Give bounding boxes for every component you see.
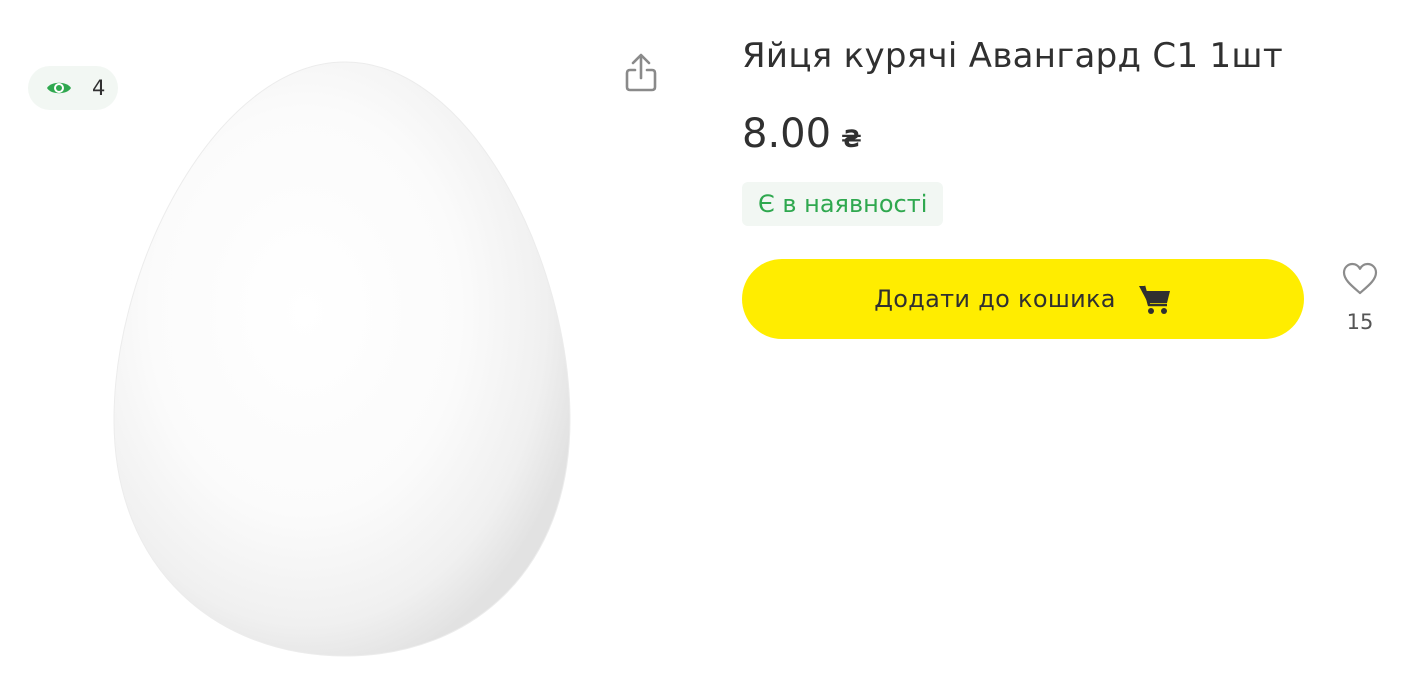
product-gallery: 4 [0, 0, 700, 692]
heart-icon[interactable] [1342, 262, 1378, 296]
favorites-count: 15 [1346, 310, 1374, 334]
stock-status-badge: Є в наявності [742, 182, 944, 226]
product-page: 4 Яйця курячі Авангард С1 1шт 8.00 ₴ Є в… [0, 0, 1406, 692]
share-icon[interactable] [622, 52, 660, 94]
favorite-button[interactable]: 15 [1336, 262, 1384, 334]
product-image[interactable] [100, 50, 590, 670]
price-value: 8.00 [742, 111, 832, 157]
cart-icon [1138, 285, 1170, 314]
price-currency: ₴ [841, 125, 862, 153]
add-to-cart-button[interactable]: Додати до кошика [742, 259, 1304, 339]
price: 8.00 ₴ [742, 112, 862, 156]
eye-icon [47, 82, 71, 94]
product-title: Яйця курячі Авангард С1 1шт [742, 36, 1283, 76]
add-to-cart-label: Додати до кошика [874, 285, 1116, 313]
